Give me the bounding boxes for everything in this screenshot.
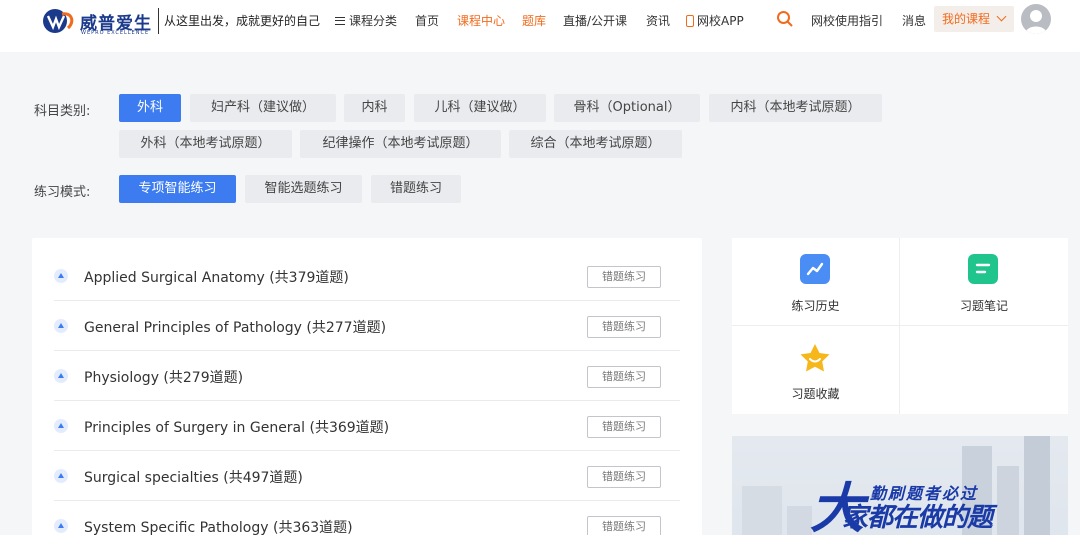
chevron-down-icon bbox=[996, 11, 1007, 22]
topic-list-panel: Applied Surgical Anatomy (共379道题) 错题练习 G… bbox=[32, 238, 702, 535]
subject-chip-surgery-local[interactable]: 外科（本地考试原题） bbox=[119, 130, 292, 158]
chart-trend-icon bbox=[800, 254, 830, 284]
mode-label: 练习模式: bbox=[34, 185, 91, 200]
top-header: 威普爱生 WEPRO EXCELLENCE 从这里出发，成就更好的自己 课程分类… bbox=[0, 0, 1080, 52]
nav-course-category[interactable]: 课程分类 bbox=[335, 12, 397, 29]
list-item: Applied Surgical Anatomy (共379道题) 错题练习 bbox=[54, 251, 680, 301]
avatar[interactable] bbox=[1021, 4, 1051, 34]
wrong-practice-button[interactable]: 错题练习 bbox=[587, 266, 661, 288]
wrong-practice-button[interactable]: 错题练习 bbox=[587, 316, 661, 338]
nav-home[interactable]: 首页 bbox=[415, 12, 439, 29]
nav-guide[interactable]: 网校使用指引 bbox=[811, 12, 883, 29]
mode-chip-smart[interactable]: 智能选题练习 bbox=[245, 175, 362, 203]
subject-chip-obgyn[interactable]: 妇产科（建议做） bbox=[190, 94, 336, 122]
wrong-practice-button[interactable]: 错题练习 bbox=[587, 466, 661, 488]
empty-tile bbox=[900, 326, 1068, 414]
practice-history-tile[interactable]: 练习历史 bbox=[732, 238, 900, 326]
brand-logo[interactable]: 威普爱生 WEPRO EXCELLENCE bbox=[42, 8, 152, 36]
tool-label: 习题笔记 bbox=[959, 299, 1008, 313]
phone-icon bbox=[686, 14, 694, 27]
list-item: Principles of Surgery in General (共369道题… bbox=[54, 401, 680, 451]
banner-headline: 家都在做的题 bbox=[842, 503, 993, 533]
list-item: System Specific Pathology (共363道题) 错题练习 bbox=[54, 501, 680, 535]
favorites-tile[interactable]: 习题收藏 bbox=[732, 326, 900, 414]
topic-title[interactable]: Principles of Surgery in General (共369道题… bbox=[84, 417, 389, 437]
topic-title[interactable]: Physiology (共279道题) bbox=[84, 367, 243, 387]
my-course-dropdown[interactable]: 我的课程 bbox=[934, 6, 1014, 32]
header-slogan: 从这里出发，成就更好的自己 bbox=[164, 14, 321, 28]
subject-chip-internal[interactable]: 内科 bbox=[344, 94, 405, 122]
nav-live[interactable]: 直播/公开课 bbox=[563, 12, 627, 29]
nav-course-center[interactable]: 课程中心 bbox=[457, 12, 505, 29]
subject-chip-internal-local[interactable]: 内科（本地考试原题） bbox=[709, 94, 882, 122]
expand-arrow-icon[interactable] bbox=[54, 519, 68, 533]
brand-name-en: WEPRO EXCELLENCE bbox=[81, 30, 150, 36]
list-item: Physiology (共279道题) 错题练习 bbox=[54, 351, 680, 401]
nav-app[interactable]: 网校APP bbox=[686, 12, 744, 29]
topic-title[interactable]: Surgical specialties (共497道题) bbox=[84, 467, 303, 487]
nav-news[interactable]: 资讯 bbox=[646, 12, 670, 29]
menu-icon bbox=[335, 16, 345, 25]
list-item: Surgical specialties (共497道题) 错题练习 bbox=[54, 451, 680, 501]
wrong-practice-button[interactable]: 错题练习 bbox=[587, 366, 661, 388]
topic-title[interactable]: General Principles of Pathology (共277道题) bbox=[84, 317, 386, 337]
promo-banner[interactable]: 大 勤刷题者必过 家都在做的题 bbox=[732, 436, 1068, 535]
user-icon bbox=[1025, 10, 1047, 34]
search-icon[interactable] bbox=[776, 10, 794, 28]
logo-mark-icon bbox=[43, 9, 74, 33]
wrong-practice-button[interactable]: 错题练习 bbox=[587, 516, 661, 535]
expand-arrow-icon[interactable] bbox=[54, 419, 68, 433]
subject-chip-pediatrics[interactable]: 儿科（建议做） bbox=[414, 94, 546, 122]
mode-chip-wrong[interactable]: 错题练习 bbox=[371, 175, 461, 203]
subject-label: 科目类别: bbox=[34, 104, 91, 119]
subject-chip-general-local[interactable]: 综合（本地考试原题） bbox=[509, 130, 682, 158]
expand-arrow-icon[interactable] bbox=[54, 319, 68, 333]
expand-arrow-icon[interactable] bbox=[54, 469, 68, 483]
tool-label: 练习历史 bbox=[791, 299, 840, 313]
tools-panel: 练习历史 习题笔记 习题收藏 bbox=[732, 238, 1068, 414]
subject-chip-surgery[interactable]: 外科 bbox=[119, 94, 181, 122]
logo-divider bbox=[158, 8, 159, 34]
subject-chip-orthopedics[interactable]: 骨科（Optional） bbox=[554, 94, 700, 122]
nav-question-bank[interactable]: 题库 bbox=[522, 12, 546, 29]
wrong-practice-button[interactable]: 错题练习 bbox=[587, 416, 661, 438]
star-icon bbox=[800, 342, 830, 372]
expand-arrow-icon[interactable] bbox=[54, 269, 68, 283]
notes-tile[interactable]: 习题笔记 bbox=[900, 238, 1068, 326]
topic-title[interactable]: Applied Surgical Anatomy (共379道题) bbox=[84, 267, 349, 287]
notes-icon bbox=[968, 254, 998, 284]
list-item: General Principles of Pathology (共277道题)… bbox=[54, 301, 680, 351]
mode-chip-special[interactable]: 专项智能练习 bbox=[119, 175, 236, 203]
expand-arrow-icon[interactable] bbox=[54, 369, 68, 383]
topic-title[interactable]: System Specific Pathology (共363道题) bbox=[84, 517, 353, 535]
subject-chip-discipline-local[interactable]: 纪律操作（本地考试原题） bbox=[300, 130, 501, 158]
nav-messages[interactable]: 消息 bbox=[902, 12, 926, 29]
tool-label: 习题收藏 bbox=[791, 387, 840, 401]
